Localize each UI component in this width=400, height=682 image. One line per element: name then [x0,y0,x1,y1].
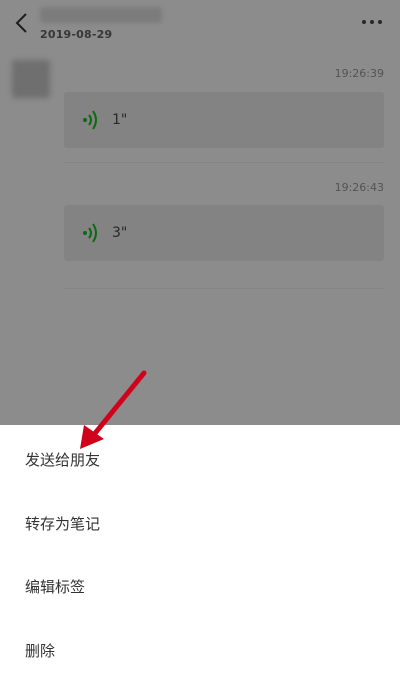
save-as-note-option[interactable]: 转存为笔记 [0,491,400,555]
option-label: 编辑标签 [25,577,86,596]
red-arrow-annotation-icon [80,370,147,449]
send-to-friend-option[interactable]: 发送给朋友 [0,427,400,491]
edit-tags-option[interactable]: 编辑标签 [0,554,400,618]
delete-option[interactable]: 删除 [0,618,400,682]
option-label: 删除 [25,641,56,660]
option-label: 转存为笔记 [25,514,101,533]
action-sheet: 发送给朋友 转存为笔记 编辑标签 删除 [0,425,400,682]
dim-overlay[interactable] [0,0,400,425]
